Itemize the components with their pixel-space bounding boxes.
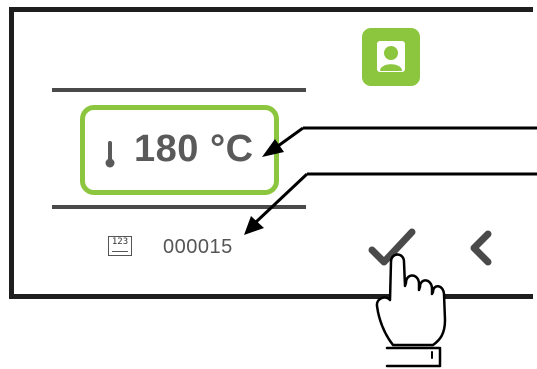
temperature-value: 180 °C bbox=[134, 128, 254, 170]
divider-bottom bbox=[52, 205, 306, 209]
user-profile-button[interactable] bbox=[362, 28, 420, 86]
user-icon bbox=[377, 41, 405, 72]
counter-value: 000015 bbox=[163, 236, 233, 258]
chevron-left-icon bbox=[470, 230, 492, 266]
thermometer-icon bbox=[105, 141, 115, 168]
divider-top bbox=[52, 88, 306, 92]
check-icon bbox=[368, 228, 416, 266]
counter-icon-label: 123 bbox=[111, 237, 129, 247]
back-button[interactable] bbox=[466, 228, 496, 268]
counter-icon: 123 bbox=[108, 236, 132, 256]
confirm-button[interactable] bbox=[368, 228, 418, 268]
